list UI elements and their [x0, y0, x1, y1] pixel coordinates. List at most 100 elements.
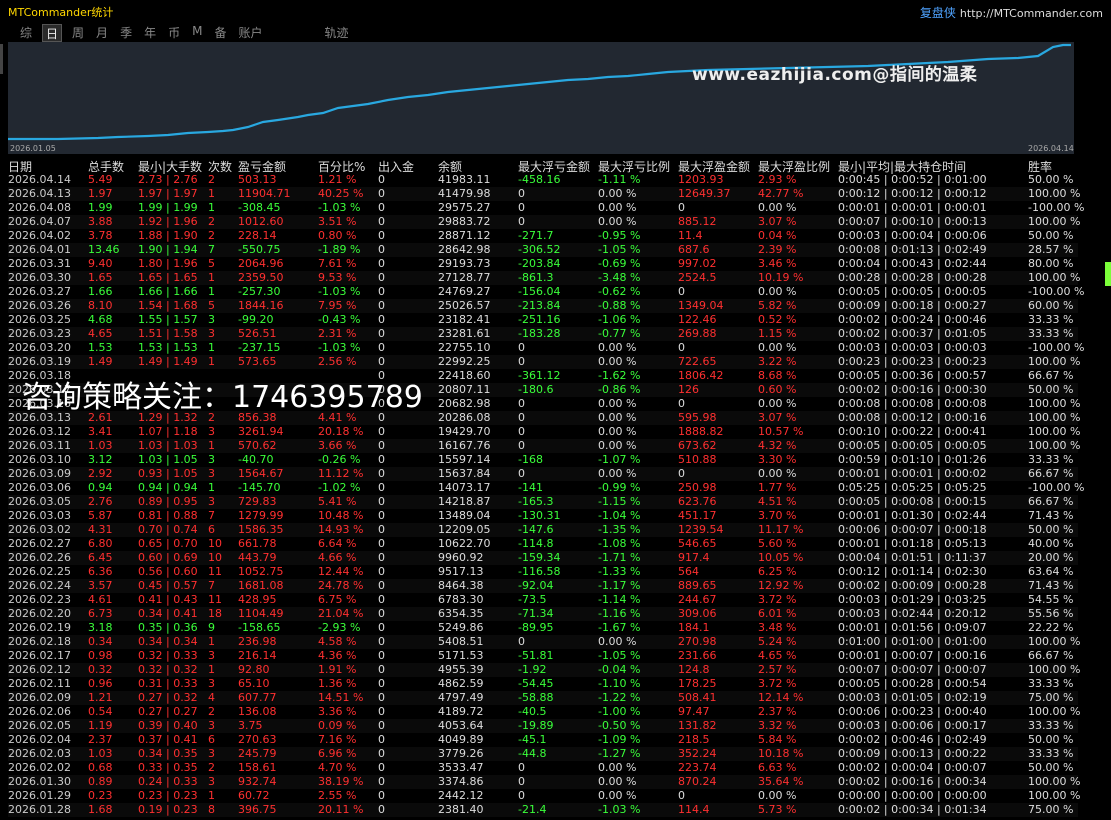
table-row[interactable]: 2026.03.03 5.87 0.81 | 0.88 7 1279.99 10.48 %…: [8, 509, 1078, 523]
table-cell: 0.54: [88, 705, 113, 718]
table-cell: 100.00 %: [1028, 425, 1081, 438]
table-cell: 2.73 | 2.76: [138, 173, 198, 186]
table-row[interactable]: 2026.02.26 6.45 0.60 | 0.69 10 443.79 4.66 % 0…: [8, 551, 1078, 565]
table-cell: -1.05 %: [598, 243, 641, 256]
tab-3[interactable]: 月: [94, 24, 110, 42]
table-row[interactable]: 2026.03.02 4.31 0.70 | 0.74 6 1586.35 14.93 %…: [8, 523, 1078, 537]
table-row[interactable]: 2026.02.05 1.19 0.39 | 0.40 3 3.75 0.09 % 0 405…: [8, 719, 1078, 733]
table-row[interactable]: 2026.03.05 2.76 0.89 | 0.95 3 729.83 5.41 % 0 1…: [8, 495, 1078, 509]
table-row[interactable]: 2026.02.23 4.61 0.41 | 0.43 11 428.95 6.75 % 0…: [8, 593, 1078, 607]
table-cell: 10.57 %: [758, 425, 804, 438]
table-cell: 0: [378, 439, 385, 452]
table-cell: -308.45: [238, 201, 281, 214]
table-row[interactable]: 2026.03.19 1.49 1.49 | 1.49 1 573.65 2.56 % 0 2…: [8, 355, 1080, 369]
tab-4[interactable]: 季: [118, 24, 134, 42]
table-cell: 443.79: [238, 551, 277, 564]
table-cell: 50.00 %: [1028, 733, 1074, 746]
tab-1[interactable]: 日: [42, 24, 63, 42]
tab-8[interactable]: 备: [212, 24, 228, 42]
brand-label[interactable]: 复盘侠: [920, 6, 956, 20]
table-row[interactable]: 2026.02.03 1.03 0.34 | 0.35 3 245.79 6.96 % 0 3…: [8, 747, 1078, 761]
table-row[interactable]: 2026.03.12 3.41 1.07 | 1.18 3 3261.94 20.18 %…: [8, 425, 1081, 439]
table-row[interactable]: 2026.01.30 0.89 0.24 | 0.33 3 932.74 38.19 % 0…: [8, 775, 1080, 789]
table-row[interactable]: 2026.03.20 1.53 1.53 | 1.53 1 -237.15 -1.03 %…: [8, 341, 1084, 355]
table-cell: 20286.08: [438, 411, 491, 424]
table-cell: 2026.04.07: [8, 215, 71, 228]
table-cell: 2026.02.23: [8, 593, 71, 606]
table-cell: 65.10: [238, 677, 270, 690]
table-cell: 0:00:08 | 0:00:12 | 0:00:16: [838, 411, 987, 424]
table-row[interactable]: 2026.04.02 3.78 1.88 | 1.90 2 228.14 0.80 % 0 2…: [8, 229, 1078, 243]
table-row[interactable]: 2026.02.24 3.57 0.45 | 0.57 7 1681.08 24.78 %…: [8, 579, 1078, 593]
table-cell: 0:00:02 | 0:00:04 | 0:00:07: [838, 761, 987, 774]
table-cell: 2.93 %: [758, 173, 797, 186]
table-cell: 66.67 %: [1028, 649, 1074, 662]
table-cell: 0.00 %: [598, 341, 637, 354]
table-cell: 1: [208, 481, 215, 494]
table-cell: 10622.70: [438, 537, 491, 550]
table-row[interactable]: 2026.02.20 6.73 0.34 | 0.41 18 1104.49 21.04 …: [8, 607, 1078, 621]
table-row[interactable]: 2026.04.14 5.49 2.73 | 2.76 2 503.13 1.21 % 0 4…: [8, 173, 1078, 187]
brand[interactable]: 复盘侠 http://MTCommander.com: [920, 4, 1103, 21]
table-cell: -0.62 %: [598, 285, 641, 298]
table-row[interactable]: 2026.04.08 1.99 1.99 | 1.99 1 -308.45 -1.03 %…: [8, 201, 1084, 215]
table-row[interactable]: 2026.03.06 0.94 0.94 | 0.94 1 -145.70 -1.02 %…: [8, 481, 1084, 495]
table-row[interactable]: 2026.03.11 1.03 1.03 | 1.03 1 570.62 3.66 % 0 1…: [8, 439, 1080, 453]
table-row[interactable]: 2026.02.06 0.54 0.27 | 0.27 2 136.08 3.36 % 0 4…: [8, 705, 1080, 719]
table-cell: 2026.02.09: [8, 691, 71, 704]
table-row[interactable]: 2026.03.26 8.10 1.54 | 1.68 5 1844.16 7.95 % 0…: [8, 299, 1078, 313]
table-cell: 3779.26: [438, 747, 484, 760]
table-row[interactable]: 2026.02.27 6.80 0.65 | 0.70 10 661.78 6.64 % 0…: [8, 537, 1078, 551]
table-row[interactable]: 2026.01.29 0.23 0.23 | 0.23 1 60.72 2.55 % 0 24…: [8, 789, 1080, 803]
tab-10[interactable]: 轨迹: [323, 24, 351, 42]
table-cell: 11: [208, 593, 222, 606]
table-row[interactable]: 2026.02.17 0.98 0.32 | 0.33 3 216.14 4.36 % 0 5…: [8, 649, 1078, 663]
table-row[interactable]: 2026.03.25 4.68 1.55 | 1.57 3 -99.20 -0.43 % 0…: [8, 313, 1078, 327]
tab-9[interactable]: 账户: [236, 24, 264, 42]
table-row[interactable]: 2026.04.01 13.46 1.90 | 1.94 7 -550.75 -1.89 …: [8, 243, 1078, 257]
table-cell: 0.09 %: [318, 719, 357, 732]
table-row[interactable]: 2026.03.09 2.92 0.93 | 1.05 3 1564.67 11.12 %…: [8, 467, 1078, 481]
table-cell: 6: [208, 523, 215, 536]
table-cell: 0:00:02 | 0:00:16 | 0:00:34: [838, 775, 987, 788]
table-cell: 0.00 %: [598, 411, 637, 424]
table-cell: 3261.94: [238, 425, 284, 438]
tab-2[interactable]: 周: [70, 24, 86, 42]
table-row[interactable]: 2026.02.02 0.68 0.33 | 0.35 2 158.61 4.70 % 0 3…: [8, 761, 1078, 775]
table-row[interactable]: 2026.01.28 1.68 0.19 | 0.23 8 396.75 20.11 % 0…: [8, 803, 1078, 817]
table-cell: -203.84: [518, 257, 561, 270]
brand-url[interactable]: http://MTCommander.com: [960, 7, 1103, 20]
table-row[interactable]: 2026.02.18 0.34 0.34 | 0.34 1 236.98 4.58 % 0 5…: [8, 635, 1080, 649]
table-row[interactable]: 2026.02.25 6.36 0.56 | 0.60 11 1052.75 12.44 …: [8, 565, 1078, 579]
tab-5[interactable]: 年: [142, 24, 158, 42]
table-cell: 1.51 | 1.58: [138, 327, 198, 340]
table-row[interactable]: 2026.02.12 0.32 0.32 | 0.32 1 92.80 1.91 % 0 49…: [8, 663, 1080, 677]
table-row[interactable]: 2026.03.23 4.65 1.51 | 1.58 3 526.51 2.31 % 0 2…: [8, 327, 1078, 341]
table-row[interactable]: 2026.02.09 1.21 0.27 | 0.32 4 607.77 14.51 % 0…: [8, 691, 1078, 705]
table-cell: 14218.87: [438, 495, 491, 508]
table-cell: 396.75: [238, 803, 277, 816]
table-cell: 7.61 %: [318, 257, 357, 270]
tab-0[interactable]: 综: [18, 24, 34, 42]
table-cell: 8: [208, 803, 215, 816]
table-row[interactable]: 2026.03.10 3.12 1.03 | 1.05 3 -40.70 -0.26 % 0…: [8, 453, 1078, 467]
table-cell: 0.23: [88, 789, 113, 802]
table-cell: 0:00:05 | 0:00:05 | 0:00:05: [838, 285, 987, 298]
table-cell: 97.47: [678, 705, 710, 718]
tab-6[interactable]: 币: [166, 24, 182, 42]
table-row[interactable]: 2026.03.27 1.66 1.66 | 1.66 1 -257.30 -1.03 %…: [8, 285, 1084, 299]
table-cell: 4.61: [88, 593, 113, 606]
table-cell: 270.98: [678, 635, 717, 648]
table-cell: 1.55 | 1.57: [138, 313, 198, 326]
table-row[interactable]: 2026.04.07 3.88 1.92 | 1.96 2 1012.60 3.51 % 0…: [8, 215, 1080, 229]
table-row[interactable]: 2026.02.04 2.37 0.37 | 0.41 6 270.63 7.16 % 0 4…: [8, 733, 1078, 747]
table-cell: 1564.67: [238, 467, 284, 480]
table-row[interactable]: 2026.02.11 0.96 0.31 | 0.33 3 65.10 1.36 % 0 48…: [8, 677, 1078, 691]
table-row[interactable]: 2026.02.19 3.18 0.35 | 0.36 9 -158.65 -2.93 %…: [8, 621, 1078, 635]
table-row[interactable]: 2026.03.31 9.40 1.80 | 1.96 5 2064.96 7.61 % 0…: [8, 257, 1078, 271]
table-cell: 1: [208, 187, 215, 200]
table-cell: 1.99 | 1.99: [138, 201, 198, 214]
table-row[interactable]: 2026.03.30 1.65 1.65 | 1.65 1 2359.50 9.53 % 0…: [8, 271, 1080, 285]
tab-7[interactable]: M: [190, 24, 204, 42]
table-row[interactable]: 2026.04.13 1.97 1.97 | 1.97 1 11904.71 40.25 …: [8, 187, 1080, 201]
